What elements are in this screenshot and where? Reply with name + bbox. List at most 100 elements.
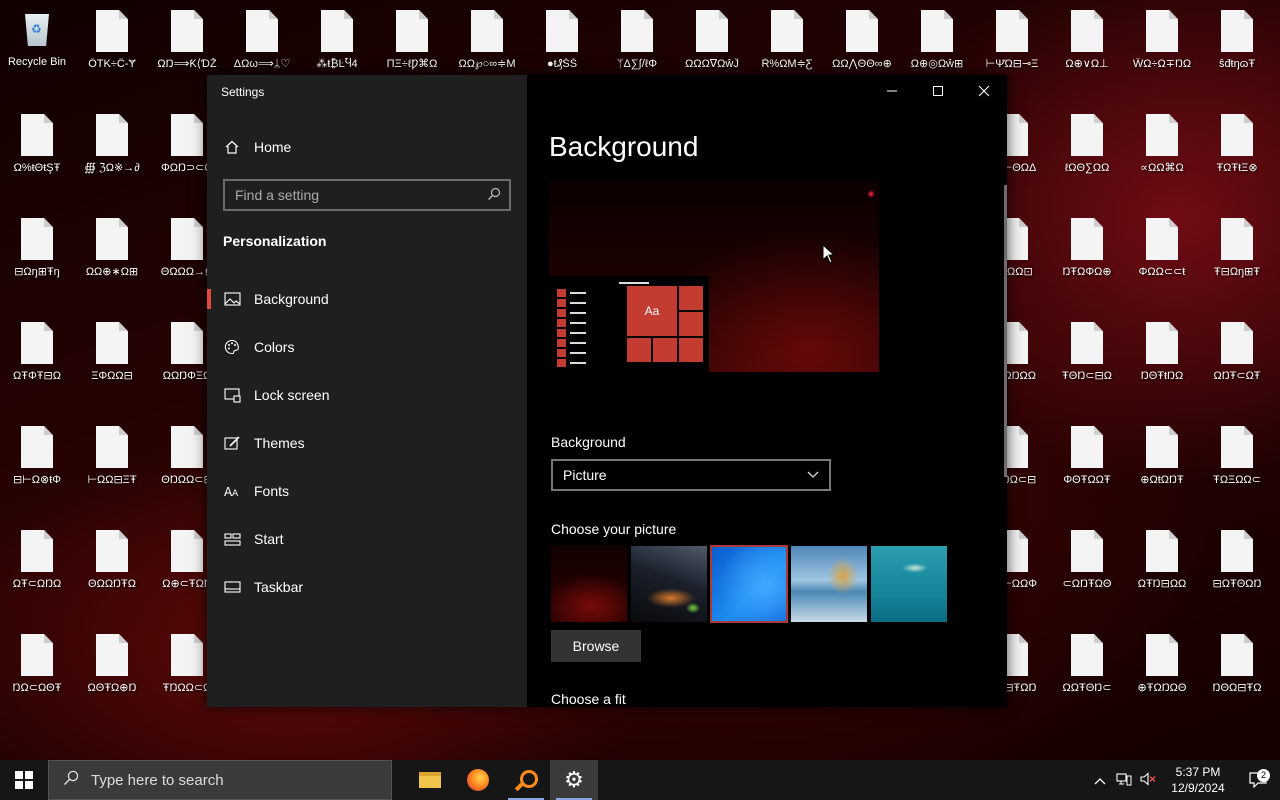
desktop-icon-label: Ω⊕◎Ωŵ⊞: [910, 58, 964, 70]
nav-item-label: Taskbar: [254, 579, 304, 595]
nav-item-start[interactable]: Start: [207, 515, 527, 563]
chevron-up-icon[interactable]: [1088, 773, 1112, 788]
background-preview: Aa: [549, 182, 879, 372]
document-icon: [96, 426, 128, 468]
preview-tile: [679, 338, 703, 362]
desktop-icon-file[interactable]: ℓΩΘ∑ΩΩ: [1050, 104, 1124, 194]
find-setting-input[interactable]: [235, 187, 487, 203]
nav-item-fonts[interactable]: AA Fonts: [207, 467, 527, 515]
thumbnail-beach-rocks[interactable]: [791, 546, 867, 622]
desktop-icon-file[interactable]: ∰ ℨΩ※→∂: [75, 104, 149, 194]
document-icon: [21, 426, 53, 468]
document-icon: [1221, 530, 1253, 572]
start-button[interactable]: [0, 760, 48, 800]
document-icon: [546, 10, 578, 52]
desktop-icon-file[interactable]: ΘΩΩŊŦΩ: [75, 520, 149, 610]
close-button[interactable]: [961, 75, 1007, 107]
preview-tile: [679, 312, 703, 336]
minimize-button[interactable]: [869, 75, 915, 107]
desktop-icon-file[interactable]: ⊟Ωŋ⊞Ŧŋ: [0, 208, 74, 298]
document-icon: [1146, 322, 1178, 364]
document-icon: [171, 634, 203, 676]
taskbar-file-explorer[interactable]: [406, 760, 454, 800]
desktop-icon-file[interactable]: ŊΘŦŧŊΩ: [1125, 312, 1199, 402]
taskbar-search-app[interactable]: [502, 760, 550, 800]
desktop-icon-file[interactable]: ⊂ΩŊŦΩΘ: [1050, 520, 1124, 610]
taskbar-settings[interactable]: ⚙: [550, 760, 598, 800]
desktop-icon-file[interactable]: Ŧ⊟Ωŋ⊞Ŧ: [1200, 208, 1274, 298]
preview-tile-large: Aa: [627, 286, 677, 336]
desktop-icon-file[interactable]: ΩŦŊ⊟ΩΩ: [1125, 520, 1199, 610]
action-center-button[interactable]: 2: [1236, 769, 1280, 788]
desktop-icon-file[interactable]: ⊕ŦΩŊΩΘ: [1125, 624, 1199, 714]
desktop-icon-file[interactable]: ŊΩ⊂ΩΘŦ: [0, 624, 74, 714]
desktop-icon-label: ⊂ΩŊŦΩΘ: [1062, 578, 1112, 590]
document-icon: [1146, 634, 1178, 676]
taskbar-firefox[interactable]: [454, 760, 502, 800]
nav-item-lock-screen[interactable]: Lock screen: [207, 371, 527, 419]
document-icon: [1071, 10, 1103, 52]
thumbnail-red-abstract[interactable]: [551, 546, 627, 622]
desktop-icon-file[interactable]: ÖTK÷Ĉ-Ɏ: [75, 0, 149, 90]
taskbar-clock[interactable]: 5:37 PM 12/9/2024: [1160, 764, 1236, 796]
nav-home[interactable]: Home: [223, 138, 291, 156]
document-icon: [21, 114, 53, 156]
document-icon: [171, 114, 203, 156]
background-label: Background: [551, 434, 626, 450]
desktop-icon-file[interactable]: ΞΦΩΩ⊟: [75, 312, 149, 402]
maximize-button[interactable]: [915, 75, 961, 107]
nav-item-background[interactable]: Background: [207, 275, 527, 323]
desktop-icon-file[interactable]: ŝđŧŋɷŦ: [1200, 0, 1274, 90]
nav-item-taskbar[interactable]: Taskbar: [207, 563, 527, 611]
document-icon: [1071, 218, 1103, 260]
desktop-icon-file[interactable]: ΩŦΦŦ⊟Ω: [0, 312, 74, 402]
nav-item-themes[interactable]: Themes: [207, 419, 527, 467]
desktop-icon-file[interactable]: ∝ΩΩ⌘Ω: [1125, 104, 1199, 194]
thumbnail-underwater[interactable]: [871, 546, 947, 622]
find-setting-search[interactable]: [223, 179, 511, 211]
nav-item-label: Fonts: [254, 483, 290, 499]
desktop-icon-file[interactable]: ΩΩŦΘŊ⊂: [1050, 624, 1124, 714]
desktop-icon-recycle-bin[interactable]: ♻ Recycle Bin: [0, 0, 74, 90]
desktop-icon-file[interactable]: ŊŦΩΦΩ⊕: [1050, 208, 1124, 298]
thumbnail-night-sky[interactable]: [631, 546, 707, 622]
taskbar-search-box[interactable]: Type here to search: [48, 760, 392, 800]
desktop-icon-label: ΩŊ⟹Ƙ⟨ƊŽ: [157, 58, 217, 70]
nav-item-colors[interactable]: Colors: [207, 323, 527, 371]
document-icon: [21, 530, 53, 572]
preview-list-row: [557, 348, 586, 357]
volume-muted-icon[interactable]: [1136, 771, 1160, 789]
network-icon[interactable]: [1112, 772, 1136, 789]
desktop-icon-file[interactable]: Ω%ŧΘŧŞŦ: [0, 104, 74, 194]
choose-picture-label: Choose your picture: [551, 521, 677, 537]
desktop-icon-file[interactable]: ⊟⊢Ω⊗ŧΦ: [0, 416, 74, 506]
preview-list-row: [557, 318, 586, 327]
browse-button[interactable]: Browse: [551, 630, 641, 662]
desktop-icon-label: ΩΘŦΩ⊕Ŋ: [87, 682, 137, 694]
picture-thumbnails: [551, 545, 947, 623]
thumbnail-windows-blue[interactable]: [710, 545, 788, 623]
desktop-icon-file[interactable]: ⊢ΩΩ⊟ΞŦ: [75, 416, 149, 506]
desktop-icon-file[interactable]: ΩŊŦ⊂ΩŦ: [1200, 312, 1274, 402]
desktop-icon-file[interactable]: ŦΘŊ⊂⊟Ω: [1050, 312, 1124, 402]
desktop-icon-file[interactable]: ⊟ΩŦΘΩŊ: [1200, 520, 1274, 610]
desktop-icon-file[interactable]: ΦΩΩ⊂⊂ŧ: [1125, 208, 1199, 298]
recycle-bin-icon: ♻: [19, 8, 55, 50]
document-icon: [1221, 322, 1253, 364]
desktop-icon-file[interactable]: ŴΩ÷Ω∓ŊΩ: [1125, 0, 1199, 90]
desktop-icon-file[interactable]: ŦΩΞΩΩ⊂: [1200, 416, 1274, 506]
desktop-icon-file[interactable]: ΦΘŦΩΩŦ: [1050, 416, 1124, 506]
chevron-down-icon: [807, 468, 819, 482]
preview-list-row: [557, 288, 586, 297]
preview-list-row: [557, 328, 586, 337]
content-scrollbar[interactable]: [1004, 185, 1007, 477]
desktop-icon-file[interactable]: Ω⊕∨Ω⊥: [1050, 0, 1124, 90]
background-type-dropdown[interactable]: Picture: [551, 459, 831, 491]
desktop-icon-file[interactable]: ΩŦ⊂ΩŊΩ: [0, 520, 74, 610]
document-icon: [1071, 426, 1103, 468]
desktop-icon-file[interactable]: ΩΘŦΩ⊕Ŋ: [75, 624, 149, 714]
desktop-icon-file[interactable]: ŊΘΩ⊟ŦΩ: [1200, 624, 1274, 714]
desktop-icon-file[interactable]: ŦΩŦŧΞ⊗: [1200, 104, 1274, 194]
desktop-icon-file[interactable]: ⊕ΩŧΩŊŦ: [1125, 416, 1199, 506]
desktop-icon-file[interactable]: ΩΩ⊕∗Ω⊞: [75, 208, 149, 298]
